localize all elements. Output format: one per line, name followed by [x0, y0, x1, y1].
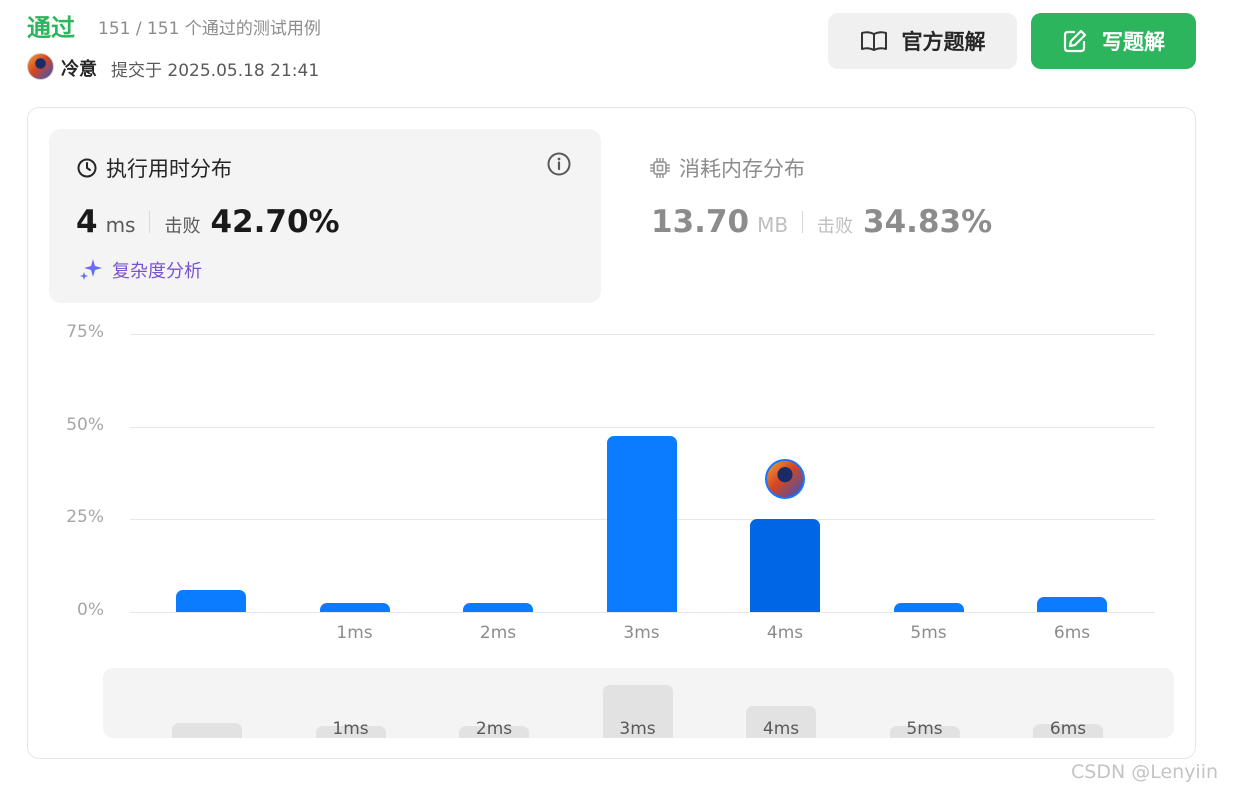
memory-tab[interactable]: 消耗内存分布: [649, 153, 805, 183]
watermark: CSDN @Lenyiin: [1071, 761, 1219, 783]
memory-title-text: 消耗内存分布: [679, 157, 805, 181]
x-tick-label: 5ms: [910, 623, 947, 643]
runtime-beat-label: 击败: [164, 216, 201, 237]
bar-5ms[interactable]: [893, 602, 964, 612]
bar-1ms[interactable]: [319, 602, 390, 612]
memory-beat-label: 击败: [817, 216, 854, 237]
sparkle-icon: [80, 259, 102, 280]
submission-time: 提交于 2025.05.18 21:41: [111, 61, 320, 81]
runtime-unit: ms: [105, 213, 136, 237]
x-tick-label: 6ms: [1053, 623, 1091, 643]
y-tick-label: 50%: [66, 414, 104, 435]
gridline: [130, 333, 1155, 335]
mini-x-label: 2ms: [475, 719, 513, 739]
runtime-metrics: 4 ms 击败 42.70%: [76, 204, 340, 240]
test-cases-summary: 151 / 151 个通过的测试用例: [98, 19, 321, 39]
bar-2ms[interactable]: [463, 602, 533, 612]
mini-x-label: 4ms: [762, 719, 800, 739]
username[interactable]: 冷意: [61, 55, 97, 81]
x-tick-label: 3ms: [623, 623, 660, 643]
y-tick-label: 0%: [77, 600, 104, 620]
mini-x-label: 5ms: [906, 719, 943, 739]
bar-under-1ms[interactable]: [176, 589, 246, 612]
official-solution-button[interactable]: 官方题解: [828, 13, 1017, 69]
submission-result-page: 通过 151 / 151 个通过的测试用例 冷意 提交于 2025.05.18 …: [0, 0, 1235, 792]
mini-x-label: 1ms: [332, 719, 369, 739]
chip-icon: [650, 158, 670, 178]
x-tick-label: 4ms: [766, 623, 804, 643]
write-solution-label: 写题解: [1102, 30, 1165, 54]
runtime-beat-value: 42.70%: [210, 204, 340, 240]
metric-divider: [149, 211, 151, 233]
x-tick-label: 2ms: [479, 623, 517, 643]
memory-unit: MB: [757, 213, 789, 237]
runtime-title[interactable]: 执行用时分布: [76, 153, 232, 183]
user-position-avatar[interactable]: [765, 459, 805, 500]
memory-metrics: 13.70 MB 击败 34.83%: [651, 204, 992, 240]
gridline: [130, 612, 1155, 613]
metric-divider: [802, 211, 804, 233]
clock-icon: [77, 158, 97, 178]
runtime-value: 4: [76, 204, 98, 240]
bar-3ms[interactable]: [606, 435, 677, 612]
y-tick-label: 25%: [66, 507, 104, 528]
official-solution-label: 官方题解: [901, 30, 986, 54]
x-tick-label: 1ms: [336, 623, 373, 643]
mini-x-label: 6ms: [1049, 719, 1087, 739]
y-tick-label: 75%: [66, 321, 104, 342]
edit-icon: [1063, 29, 1087, 53]
memory-beat-value: 34.83%: [863, 204, 993, 240]
info-icon[interactable]: [546, 151, 572, 177]
book-open-icon: [860, 31, 887, 51]
complexity-analysis-link[interactable]: 复杂度分析: [78, 257, 202, 283]
gridline: [130, 426, 1155, 428]
runtime-title-text: 执行用时分布: [106, 157, 232, 181]
status-label: 通过: [27, 14, 75, 42]
bar-4ms[interactable]: [750, 519, 820, 612]
bar-6ms[interactable]: [1037, 597, 1107, 612]
write-solution-button[interactable]: 写题解: [1031, 13, 1196, 69]
mini-x-label: 3ms: [619, 719, 656, 739]
complexity-analysis-label: 复杂度分析: [112, 261, 202, 282]
mini-bar: [172, 722, 242, 738]
memory-value: 13.70: [651, 204, 750, 240]
user-avatar[interactable]: [27, 53, 54, 80]
